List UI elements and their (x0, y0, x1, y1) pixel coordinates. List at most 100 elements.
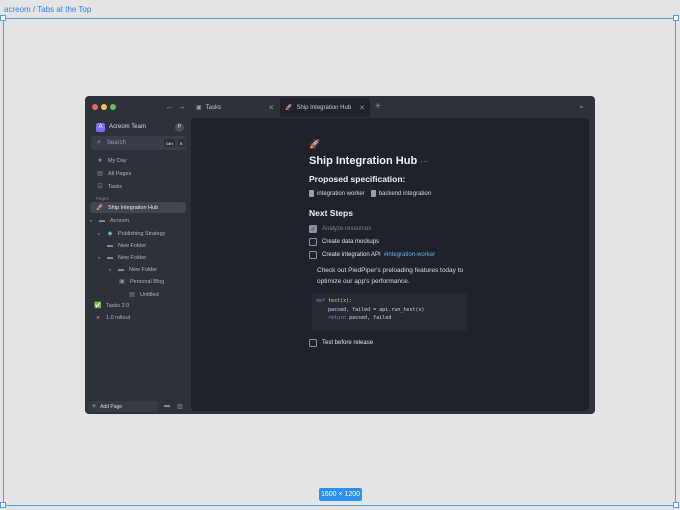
team-avatar: A (96, 122, 105, 132)
sidebar-item-label: New Folder (118, 254, 147, 261)
task-item[interactable]: Create integration API #integration-work… (309, 250, 435, 260)
sidebar-page-ship-integration-hub[interactable]: 🚀 Ship Integration Hub (90, 202, 186, 213)
rocket-icon: 🚀 (96, 205, 104, 211)
resize-handle-bottom-right[interactable] (673, 502, 679, 508)
code-keyword: return (316, 315, 347, 321)
page-icon (370, 190, 376, 197)
sidebar-page-tasks-2-0[interactable]: ✅ Tasks 2.0 (94, 300, 129, 311)
team-switcher[interactable]: A Acreom Team P (96, 121, 184, 133)
page-emoji-icon[interactable]: 🚀 (309, 139, 320, 150)
sidebar-item-all-pages[interactable]: ▤ All Pages (96, 168, 131, 179)
sidebar-item-label: Tasks (108, 183, 123, 190)
task-label: Create integration API (322, 252, 381, 258)
sidebar-item-label: New Folder (129, 266, 158, 273)
sidebar-folder-acreom[interactable]: ▾ ▬ Acreom (90, 215, 129, 226)
sidebar-folder-new-folder[interactable]: ▾ ▬ New Folder (98, 252, 146, 263)
checkbox-icon: ☑ (97, 184, 103, 190)
sidebar: A Acreom Team P ⌕ Search Ctrl K ★ My Day… (85, 118, 191, 414)
task-item[interactable]: ✓ Analyze resources (309, 224, 371, 234)
sidebar-item-label: Tasks 2.0 (106, 302, 130, 309)
page-link-label: integration worker (317, 190, 365, 197)
sidebar-folder-new-folder[interactable]: ▾ ▬ New Folder (109, 264, 157, 275)
resize-handle-top-left[interactable] (0, 15, 6, 21)
plus-icon: + (92, 403, 97, 410)
chevron-down-icon[interactable]: ⌄ (578, 101, 585, 110)
paragraph: Check out PiedPiper's preloading feature… (317, 267, 464, 285)
add-page-button[interactable]: + Add Page (88, 401, 158, 412)
chevron-down-icon[interactable]: ▾ (90, 218, 98, 223)
back-arrow-icon[interactable]: ← (165, 101, 174, 111)
minimize-window-button[interactable] (101, 104, 107, 110)
code-text: passed, failed (346, 315, 392, 321)
star-icon: ★ (97, 158, 103, 164)
page-link-label: backend integration (378, 190, 432, 197)
chevron-down-icon[interactable]: ▾ (109, 267, 117, 272)
sidebar-item-label: Publishing Strategy (118, 230, 166, 237)
maximize-window-button[interactable] (110, 104, 116, 110)
next-steps-heading: Next Steps (309, 208, 353, 218)
frame-label: acreom / Tabs at the Top (4, 5, 92, 14)
folder-icon: ▬ (118, 266, 124, 273)
task-item[interactable]: Create data mockups (309, 237, 379, 247)
code-text: (x): (340, 298, 353, 304)
task-label: Create data mockups (322, 239, 380, 245)
diamond-icon: ◆ (107, 231, 113, 237)
task-checkbox[interactable] (309, 238, 317, 246)
sidebar-page-1-0-rollout[interactable]: ● 1.0 rollout (94, 312, 130, 323)
search-placeholder: Search (106, 140, 126, 146)
chevron-down-icon[interactable]: ▾ (98, 255, 106, 260)
search-icon: ⌕ (97, 139, 101, 146)
sidebar-item-label: Untitled (140, 291, 159, 298)
task-label: Analyze resources (322, 226, 372, 232)
chevron-right-icon[interactable]: ▸ (98, 231, 106, 236)
sidebar-item-label: Acreom (110, 217, 129, 224)
new-folder-icon[interactable]: ▬ (164, 403, 170, 409)
size-badge: 1600 × 1200 (319, 488, 362, 501)
task-checkbox[interactable] (309, 251, 317, 259)
resize-handle-top-right[interactable] (673, 15, 679, 21)
page-title[interactable]: Ship Integration Hub ··· (309, 155, 428, 167)
new-tab-icon[interactable]: + (375, 101, 381, 112)
task-item[interactable]: Test before release (309, 338, 373, 348)
sidebar-item-label: My Day (108, 157, 127, 164)
spec-heading: Proposed specification: (309, 174, 406, 184)
tab-label: Ship Integration Hub (296, 104, 352, 111)
page-link[interactable]: integration worker (309, 190, 365, 197)
sidebar-page-personal-blog[interactable]: ▣ Personal Blog (118, 276, 164, 287)
sidebar-item-tasks[interactable]: ☑ Tasks (96, 181, 122, 192)
pages-icon: ▤ (97, 171, 103, 177)
sidebar-item-label: New Folder (118, 242, 147, 249)
sidebar-item-label: 1.0 rollout (106, 314, 131, 321)
sidebar-page-publishing-strategy[interactable]: ▸ ◆ Publishing Strategy (98, 228, 165, 239)
forward-arrow-icon[interactable]: → (177, 101, 186, 111)
task-checkbox[interactable]: ✓ (309, 225, 317, 233)
page-title-text: Ship Integration Hub (309, 155, 418, 167)
search-input[interactable]: ⌕ Search Ctrl K (91, 136, 186, 150)
folder-icon: ▬ (107, 254, 113, 261)
shortcut-key-k: K (178, 139, 185, 147)
title-bar: ← → ▣ Tasks ✕ 🚀 Ship Integration Hub ✕ +… (85, 96, 595, 118)
shortcut-key-ctrl: Ctrl (164, 139, 175, 147)
code-function: test (328, 298, 341, 304)
library-icon[interactable]: ▥ (177, 403, 183, 410)
close-window-button[interactable] (92, 104, 98, 110)
resize-handle-bottom-left[interactable] (0, 502, 6, 508)
sidebar-page-untitled[interactable]: ▤ Untitled (128, 289, 159, 300)
sidebar-folder-new-folder[interactable]: ▬ New Folder (106, 240, 146, 251)
task-tag[interactable]: #integration-worker (384, 252, 435, 258)
tab-ship-integration-hub[interactable]: 🚀 Ship Integration Hub ✕ (280, 98, 370, 117)
more-options-icon[interactable]: ··· (420, 157, 428, 166)
sidebar-item-my-day[interactable]: ★ My Day (96, 155, 127, 166)
red-circle-icon: ● (96, 314, 100, 321)
task-checkbox[interactable] (309, 339, 317, 347)
close-tab-icon[interactable]: ✕ (359, 104, 365, 112)
profile-avatar[interactable]: P (175, 122, 184, 132)
team-name: Acreom Team (109, 124, 146, 130)
editor-pane: 🚀 Ship Integration Hub ··· Proposed speci… (191, 118, 589, 411)
code-block[interactable]: def test(x): passed, failed = api.run_te… (312, 293, 467, 331)
close-tab-icon[interactable]: ✕ (268, 104, 274, 112)
pages-section-label: Pages (96, 196, 109, 201)
page-link[interactable]: backend integration (370, 190, 432, 197)
tab-tasks[interactable]: ▣ Tasks ✕ (193, 98, 279, 117)
page-icon: ▤ (129, 292, 135, 298)
